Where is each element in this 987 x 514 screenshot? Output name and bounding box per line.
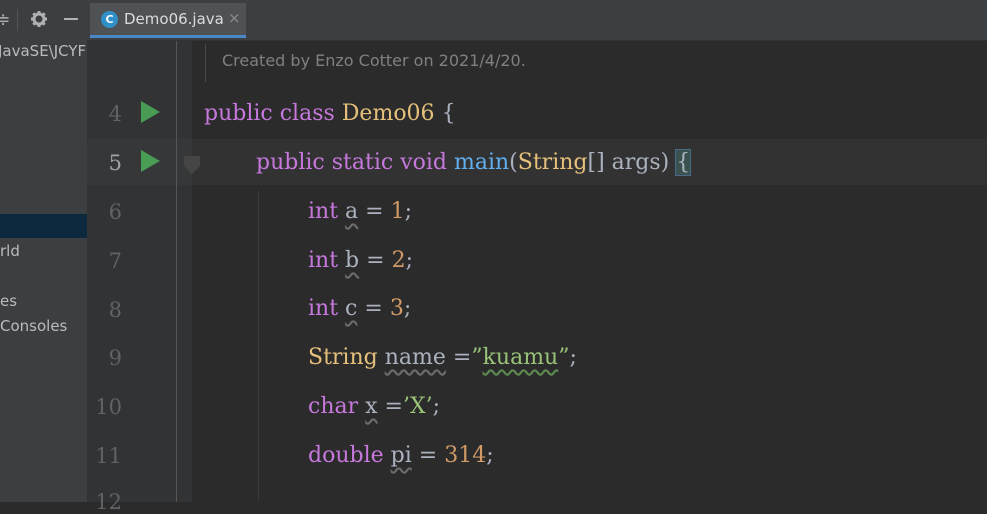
code-line-5[interactable]: public static void main(String[] args) { xyxy=(256,149,692,176)
keyword: char xyxy=(308,394,359,419)
paren: ( xyxy=(509,150,518,175)
line-number: 10 xyxy=(95,395,122,419)
operator: = xyxy=(452,345,472,370)
line-number: 4 xyxy=(108,102,122,126)
variable: name xyxy=(384,345,446,370)
variable: c xyxy=(345,296,358,321)
gutter-divider xyxy=(176,41,177,502)
keyword: public xyxy=(204,101,273,126)
run-class-icon[interactable] xyxy=(140,101,160,123)
string-literal: kuamu xyxy=(482,345,559,370)
semicolon: ; xyxy=(486,443,494,468)
collapse-icon[interactable]: ≑ xyxy=(0,10,10,30)
line-number-current: 5 xyxy=(108,151,122,175)
code-line-6[interactable]: int a = 1; xyxy=(308,199,412,224)
variable: x xyxy=(365,394,378,419)
code-line-7[interactable]: int b = 2; xyxy=(308,248,413,273)
param-name: args xyxy=(611,150,661,175)
brace: { xyxy=(441,101,456,126)
code-line-8[interactable]: int c = 3; xyxy=(308,296,411,321)
comment-bar xyxy=(205,44,206,82)
keyword: int xyxy=(308,199,339,224)
semicolon: ; xyxy=(405,248,413,273)
array-brackets: [] xyxy=(587,150,605,175)
line-number: 9 xyxy=(108,346,122,370)
operator: = xyxy=(364,296,383,321)
tab-demo06[interactable]: C Demo06.java × xyxy=(90,3,246,38)
variable: pi xyxy=(390,443,412,468)
keyword: double xyxy=(308,443,384,468)
tab-label: Demo06.java xyxy=(124,10,224,28)
doc-comment: Created by Enzo Cotter on 2021/4/20. xyxy=(222,51,526,70)
brace-matched: { xyxy=(675,149,692,176)
class-name: Demo06 xyxy=(341,101,435,126)
paren: ) xyxy=(660,150,670,175)
quote: ” xyxy=(558,345,570,370)
operator: = xyxy=(365,199,384,224)
editor-tab-bar: C Demo06.java × xyxy=(87,0,987,41)
tree-item-libraries[interactable]: es xyxy=(0,292,17,310)
variable: b xyxy=(345,248,360,273)
project-path[interactable]: JavaSE\JCYF xyxy=(0,42,86,60)
line-number: 7 xyxy=(108,249,122,273)
code-line-9[interactable]: String name =”kuamu”; xyxy=(308,345,577,370)
quote: ” xyxy=(471,345,483,370)
number: 3 xyxy=(389,296,404,321)
indent-guide xyxy=(258,190,259,502)
number: 2 xyxy=(391,248,406,273)
keyword: public xyxy=(256,150,325,175)
java-class-icon: C xyxy=(101,11,118,28)
code-line-4[interactable]: public class Demo06 { xyxy=(204,101,456,126)
operator: = xyxy=(384,394,403,419)
line-number: 11 xyxy=(95,444,122,468)
variable: a xyxy=(345,199,359,224)
keyword: int xyxy=(308,248,339,273)
gear-icon[interactable] xyxy=(30,10,48,33)
line-number: 8 xyxy=(108,298,122,322)
fold-icon[interactable] xyxy=(184,156,200,174)
operator: = xyxy=(418,443,438,468)
semicolon: ; xyxy=(569,345,577,370)
code-line-11[interactable]: double pi = 314; xyxy=(308,443,494,468)
project-toolbar: ≑ xyxy=(0,0,87,40)
operator: = xyxy=(366,248,385,273)
keyword: int xyxy=(308,296,339,321)
type-name: String xyxy=(308,345,378,370)
keyword: void xyxy=(400,150,447,175)
semicolon: ; xyxy=(404,199,413,224)
close-icon[interactable]: × xyxy=(228,9,241,27)
run-main-icon[interactable] xyxy=(140,150,160,172)
selected-tree-item[interactable] xyxy=(0,214,87,238)
line-number: 6 xyxy=(108,200,122,224)
tree-item-consoles[interactable]: Consoles xyxy=(0,317,67,335)
type-name: String xyxy=(517,150,588,175)
tree-item-world[interactable]: rld xyxy=(0,242,20,260)
toolbar-divider xyxy=(17,9,18,31)
line-number: 12 xyxy=(95,490,122,514)
minimize-icon[interactable] xyxy=(62,9,80,32)
number: 314 xyxy=(444,443,487,468)
method-name: main xyxy=(453,150,510,175)
number: 1 xyxy=(390,199,405,224)
semicolon: ; xyxy=(403,296,412,321)
keyword: static xyxy=(331,150,394,175)
project-sidebar: ≑ JavaSE\JCYF rld es Consoles xyxy=(0,0,87,502)
semicolon: ; xyxy=(432,394,441,419)
keyword: class xyxy=(279,101,335,126)
code-line-10[interactable]: char x =’X’; xyxy=(308,394,440,419)
char-literal: ’X’ xyxy=(402,394,433,419)
